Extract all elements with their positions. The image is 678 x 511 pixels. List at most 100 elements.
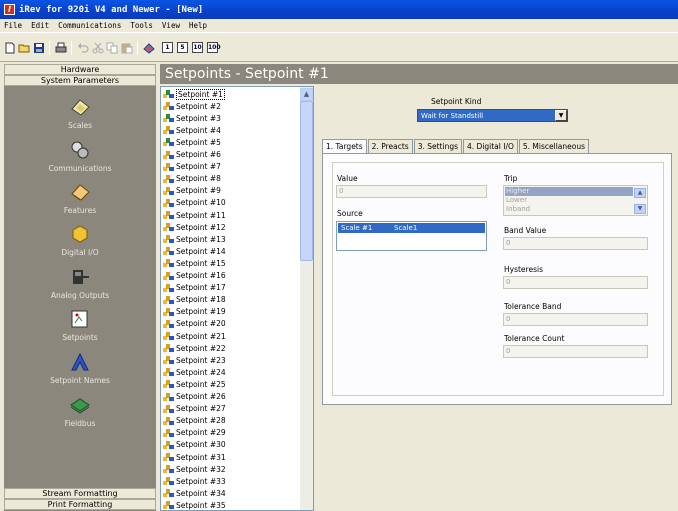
trip-list[interactable]: Higher Lower Inband ▲ ▼	[503, 185, 648, 216]
nav-item-digital-io[interactable]: Digital I/O	[4, 224, 156, 257]
tab-digital-io[interactable]: 4. Digital I/O	[463, 139, 518, 153]
setpoint-icon	[163, 404, 174, 414]
tab-preacts[interactable]: 2. Preacts	[367, 139, 413, 153]
setpoint-icon	[163, 295, 174, 305]
setpoint-list-item[interactable]: Setpoint #3	[163, 112, 221, 124]
nav-item-communications[interactable]: Communications	[4, 140, 156, 173]
menu-tools[interactable]: Tools	[130, 21, 153, 30]
setpoint-list-item[interactable]: Setpoint #14	[163, 245, 226, 257]
scale-100-button[interactable]: 100	[207, 42, 221, 53]
scroll-down-icon[interactable]: ▼	[634, 204, 646, 214]
trip-label: Trip	[504, 174, 518, 183]
nav-item-setpoint-names[interactable]: Setpoint Names	[4, 352, 156, 385]
setpoint-list[interactable]: Setpoint #1 Setpoint #2 Setpoint #3 Setpoin…	[160, 86, 314, 511]
nav-hardware[interactable]: Hardware	[4, 64, 156, 75]
setpoint-list-item[interactable]: Setpoint #22	[163, 342, 226, 354]
setpoint-list-item[interactable]: Setpoint #18	[163, 294, 226, 306]
setpoint-list-item[interactable]: Setpoint #4	[163, 124, 221, 136]
setpoint-list-item[interactable]: Setpoint #34	[163, 487, 226, 499]
setpoint-list-item[interactable]: Setpoint #8	[163, 173, 221, 185]
scroll-thumb[interactable]	[300, 101, 313, 261]
tab-targets[interactable]: 1. Targets	[322, 139, 367, 154]
setpoint-list-item-label: Setpoint #29	[176, 428, 226, 438]
setpoint-list-item-label: Setpoint #34	[176, 488, 226, 498]
setpoint-list-item[interactable]: Setpoint #20	[163, 318, 226, 330]
setpoint-list-item[interactable]: Setpoint #5	[163, 136, 221, 148]
open-folder-icon[interactable]	[18, 42, 30, 54]
setpoint-list-item[interactable]: Setpoint #29	[163, 427, 226, 439]
save-icon[interactable]	[33, 42, 45, 54]
setpoint-list-item[interactable]: Setpoint #6	[163, 149, 221, 161]
setpoint-list-item[interactable]: Setpoint #21	[163, 330, 226, 342]
setpoints-icon	[71, 310, 88, 328]
nav-item-analog-outputs[interactable]: Analog Outputs	[4, 267, 156, 300]
setpoint-list-item[interactable]: Setpoint #30	[163, 439, 226, 451]
trip-option-inband[interactable]: Inband	[505, 205, 633, 214]
source-row[interactable]: Scale #1 Scale1	[338, 223, 485, 233]
nav-item-fieldbus[interactable]: Fieldbus	[4, 395, 156, 428]
setpoint-list-item[interactable]: Setpoint #9	[163, 185, 221, 197]
setpoint-list-item[interactable]: Setpoint #28	[163, 415, 226, 427]
nav-item-setpoints[interactable]: Setpoints	[4, 309, 156, 342]
menu-communications[interactable]: Communications	[58, 21, 121, 30]
nav-item-scales[interactable]: Scales	[4, 97, 156, 130]
setpoint-list-item[interactable]: Setpoint #27	[163, 403, 226, 415]
left-navigation: Hardware System Parameters Scales Commun…	[4, 64, 156, 511]
menu-edit[interactable]: Edit	[31, 21, 49, 30]
source-list[interactable]: Scale #1 Scale1	[336, 221, 487, 251]
setpoint-list-item-label: Setpoint #32	[176, 464, 226, 474]
value-field[interactable]: 0	[336, 185, 487, 198]
setpoint-list-item[interactable]: Setpoint #17	[163, 282, 226, 294]
setpoint-kind-select[interactable]: Wait for Standstill ▼	[417, 109, 568, 122]
setpoint-list-item[interactable]: Setpoint #7	[163, 161, 221, 173]
setpoint-list-item[interactable]: Setpoint #13	[163, 233, 226, 245]
tab-miscellaneous[interactable]: 5. Miscellaneous	[518, 139, 590, 153]
setpoint-list-item[interactable]: Setpoint #19	[163, 306, 226, 318]
setpoint-list-item-label: Setpoint #17	[176, 283, 226, 293]
scale-1-button[interactable]: 1	[162, 42, 173, 53]
nav-item-features[interactable]: Features	[4, 182, 156, 215]
setpoint-icon	[163, 113, 174, 123]
nav-item-label: Analog Outputs	[50, 291, 110, 300]
nav-print-formatting[interactable]: Print Formatting	[4, 499, 156, 510]
setpoint-list-item[interactable]: Setpoint #33	[163, 475, 226, 487]
menu-help[interactable]: Help	[189, 21, 207, 30]
scale-10-button[interactable]: 10	[192, 42, 203, 53]
setpoint-icon	[163, 283, 174, 293]
scroll-up-icon[interactable]: ▲	[634, 188, 646, 198]
setpoint-list-item[interactable]: Setpoint #11	[163, 209, 226, 221]
band-value-field[interactable]: 0	[503, 237, 648, 250]
setpoint-list-item[interactable]: Setpoint #10	[163, 197, 226, 209]
menu-file[interactable]: File	[4, 21, 22, 30]
setpoint-list-item[interactable]: Setpoint #24	[163, 366, 226, 378]
new-file-icon[interactable]	[4, 42, 16, 54]
setpoint-list-item[interactable]: Setpoint #1	[163, 88, 225, 100]
trip-option-higher[interactable]: Higher	[505, 187, 633, 196]
scale-icon[interactable]	[143, 42, 155, 54]
tolerance-band-field[interactable]: 0	[503, 313, 648, 326]
setpoint-list-item[interactable]: Setpoint #16	[163, 270, 226, 282]
menu-view[interactable]: View	[162, 21, 180, 30]
nav-system-parameters[interactable]: System Parameters	[4, 75, 156, 86]
setpoint-list-item[interactable]: Setpoint #31	[163, 451, 226, 463]
chevron-down-icon[interactable]: ▼	[555, 110, 567, 121]
setpoint-list-item[interactable]: Setpoint #26	[163, 391, 226, 403]
setpoint-list-scrollbar[interactable]: ▲	[300, 87, 313, 510]
setpoint-icon	[163, 271, 174, 281]
hysteresis-field[interactable]: 0	[503, 276, 648, 289]
setpoint-list-item[interactable]: Setpoint #32	[163, 463, 226, 475]
hysteresis-label: Hysteresis	[504, 265, 543, 274]
tolerance-count-field[interactable]: 0	[503, 345, 648, 358]
print-icon[interactable]	[55, 42, 67, 54]
tab-settings[interactable]: 3. Settings	[413, 139, 462, 153]
setpoint-list-item[interactable]: Setpoint #35	[163, 499, 226, 510]
scale-5-button[interactable]: 5	[177, 42, 188, 53]
setpoint-list-item[interactable]: Setpoint #25	[163, 378, 226, 390]
scroll-up-icon[interactable]: ▲	[300, 88, 313, 101]
trip-option-lower[interactable]: Lower	[505, 196, 633, 205]
setpoint-list-item[interactable]: Setpoint #2	[163, 100, 221, 112]
nav-stream-formatting[interactable]: Stream Formatting	[4, 488, 156, 499]
setpoint-list-item[interactable]: Setpoint #15	[163, 257, 226, 269]
setpoint-list-item[interactable]: Setpoint #23	[163, 354, 226, 366]
setpoint-list-item[interactable]: Setpoint #12	[163, 221, 226, 233]
